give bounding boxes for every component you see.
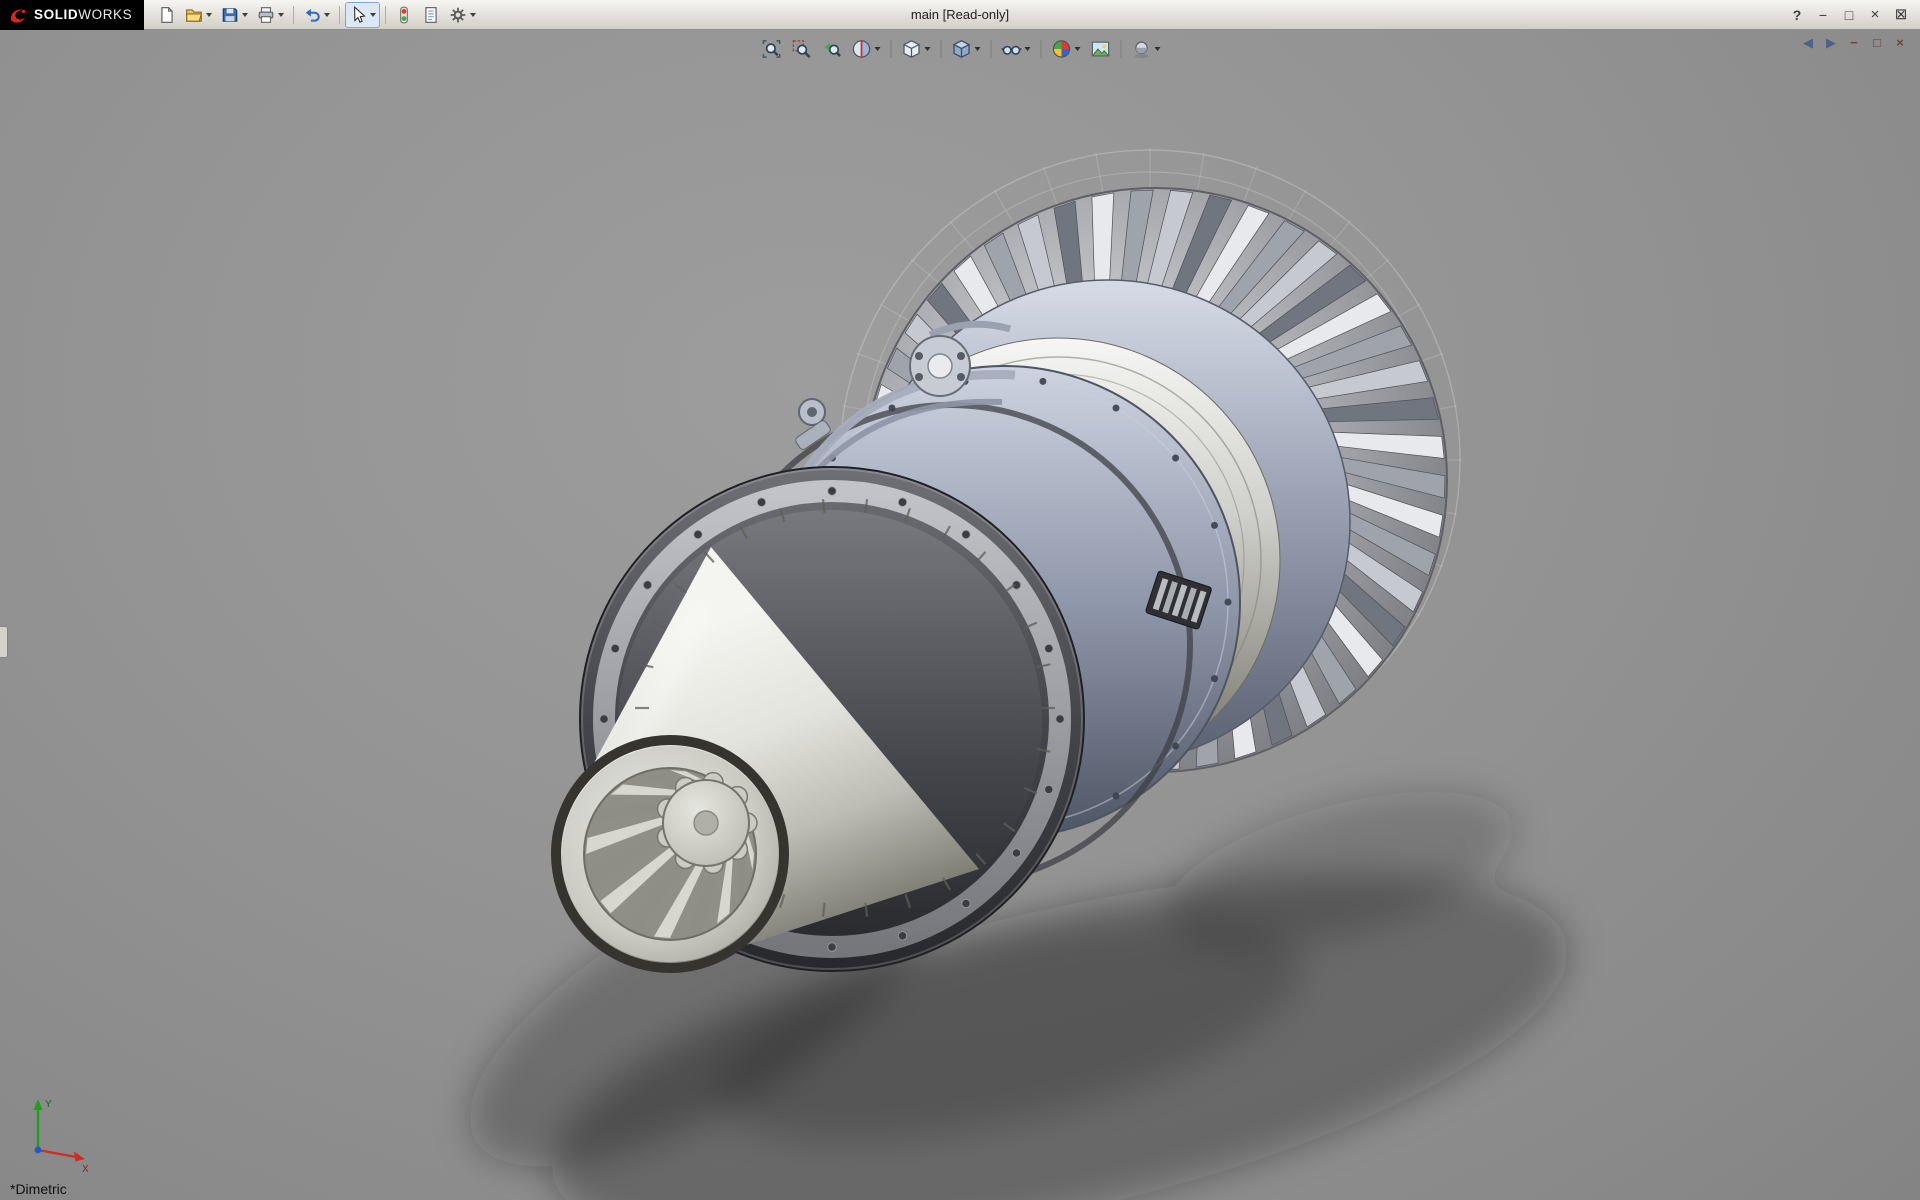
dropdown-caret-icon[interactable] xyxy=(925,47,931,51)
view-orientation-button[interactable] xyxy=(898,35,935,63)
document-window-controls: ◀ ▶−□ × xyxy=(1800,34,1908,52)
view-orientation-icon xyxy=(902,39,922,59)
help-button[interactable]: ? xyxy=(1786,5,1808,25)
solidworks-logo: SOLIDWORKS xyxy=(0,0,144,30)
previous-view-button[interactable] xyxy=(818,35,846,63)
toolbar-separator xyxy=(385,6,386,24)
apply-scene-button[interactable] xyxy=(1087,35,1115,63)
title-bar[interactable]: SOLIDWORKS main [Read-only] ?−□×⊠ xyxy=(0,0,1920,30)
view-settings-icon xyxy=(1132,39,1152,59)
solidworks-logo-icon xyxy=(8,5,28,25)
window-title: main [Read-only] xyxy=(911,7,1009,22)
section-view-button[interactable] xyxy=(848,35,885,63)
dropdown-caret-icon[interactable] xyxy=(278,13,284,17)
dropdown-caret-icon[interactable] xyxy=(470,13,476,17)
previous-window-button[interactable]: ◀ xyxy=(1800,34,1816,52)
toolbar-separator xyxy=(1121,40,1122,58)
toolbar-separator xyxy=(941,40,942,58)
dropdown-caret-icon[interactable] xyxy=(875,47,881,51)
edit-appearance-icon xyxy=(1052,39,1072,59)
file-properties-button[interactable] xyxy=(418,2,444,28)
display-style-icon xyxy=(952,39,972,59)
previous-view-icon xyxy=(822,39,842,59)
dropdown-caret-icon[interactable] xyxy=(242,13,248,17)
next-window-button[interactable]: ▶ xyxy=(1823,34,1839,52)
apply-scene-icon xyxy=(1091,39,1111,59)
graphics-viewport[interactable]: ◀ ▶−□ × Y X *Dimetric xyxy=(0,30,1920,1200)
undo-button[interactable] xyxy=(299,2,334,28)
view-settings-button[interactable] xyxy=(1128,35,1165,63)
select-icon xyxy=(349,6,367,24)
solidworks-window: SOLIDWORKS main [Read-only] ?−□×⊠ xyxy=(0,0,1920,1200)
window-controls: ?−□×⊠ xyxy=(1786,5,1920,25)
reference-triad: Y X xyxy=(12,1092,96,1176)
restore-document-button[interactable]: □ xyxy=(1869,34,1885,52)
zoom-to-fit-button[interactable] xyxy=(758,35,786,63)
section-view-icon xyxy=(852,39,872,59)
select-button[interactable] xyxy=(345,2,380,28)
zoom-to-fit-icon xyxy=(762,39,782,59)
save-button[interactable] xyxy=(217,2,252,28)
close-document-button[interactable]: ⊠ xyxy=(1890,5,1912,25)
close-document-button[interactable]: × xyxy=(1892,34,1908,52)
nose-cap[interactable] xyxy=(556,740,784,968)
edit-appearance-button[interactable] xyxy=(1048,35,1085,63)
file-properties-icon xyxy=(422,6,440,24)
close-button[interactable]: × xyxy=(1864,5,1886,25)
open-icon xyxy=(185,6,203,24)
toolbar-separator xyxy=(991,40,992,58)
z-axis-dot-icon xyxy=(35,1147,42,1154)
panel-splitter-handle[interactable] xyxy=(0,626,8,658)
save-icon xyxy=(221,6,239,24)
top-fitting[interactable] xyxy=(910,336,970,396)
app-name: SOLIDWORKS xyxy=(34,7,132,22)
dropdown-caret-icon[interactable] xyxy=(975,47,981,51)
zoom-to-area-icon xyxy=(792,39,812,59)
new-document-button[interactable] xyxy=(154,2,180,28)
engine-3d-model[interactable] xyxy=(0,30,1920,1200)
minimize-button[interactable]: − xyxy=(1812,5,1834,25)
y-axis-label: Y xyxy=(45,1099,52,1110)
toolbar-separator xyxy=(1041,40,1042,58)
main-toolbar xyxy=(154,2,480,28)
toolbar-separator xyxy=(293,6,294,24)
rebuild-button[interactable] xyxy=(391,2,417,28)
dropdown-caret-icon[interactable] xyxy=(1155,47,1161,51)
dropdown-caret-icon[interactable] xyxy=(370,13,376,17)
options-button[interactable] xyxy=(445,2,480,28)
dropdown-caret-icon[interactable] xyxy=(324,13,330,17)
toolbar-separator xyxy=(339,6,340,24)
print-button[interactable] xyxy=(253,2,288,28)
x-axis-arrow-icon xyxy=(74,1152,85,1162)
restore-button[interactable]: □ xyxy=(1838,5,1860,25)
view-orientation-label: *Dimetric xyxy=(10,1181,67,1197)
undo-icon xyxy=(303,6,321,24)
rebuild-icon xyxy=(395,6,413,24)
print-icon xyxy=(257,6,275,24)
dropdown-caret-icon[interactable] xyxy=(1025,47,1031,51)
display-style-button[interactable] xyxy=(948,35,985,63)
dropdown-caret-icon[interactable] xyxy=(1075,47,1081,51)
new-document-icon xyxy=(158,6,176,24)
hide-show-items-button[interactable] xyxy=(998,35,1035,63)
zoom-to-area-button[interactable] xyxy=(788,35,816,63)
options-icon xyxy=(449,6,467,24)
open-button[interactable] xyxy=(181,2,216,28)
dropdown-caret-icon[interactable] xyxy=(206,13,212,17)
hide-show-items-icon xyxy=(1002,39,1022,59)
toolbar-separator xyxy=(891,40,892,58)
minimize-document-button[interactable]: − xyxy=(1846,34,1862,52)
y-axis-arrow-icon xyxy=(34,1099,43,1110)
heads-up-view-toolbar xyxy=(758,35,1165,63)
x-axis-label: X xyxy=(82,1164,89,1175)
